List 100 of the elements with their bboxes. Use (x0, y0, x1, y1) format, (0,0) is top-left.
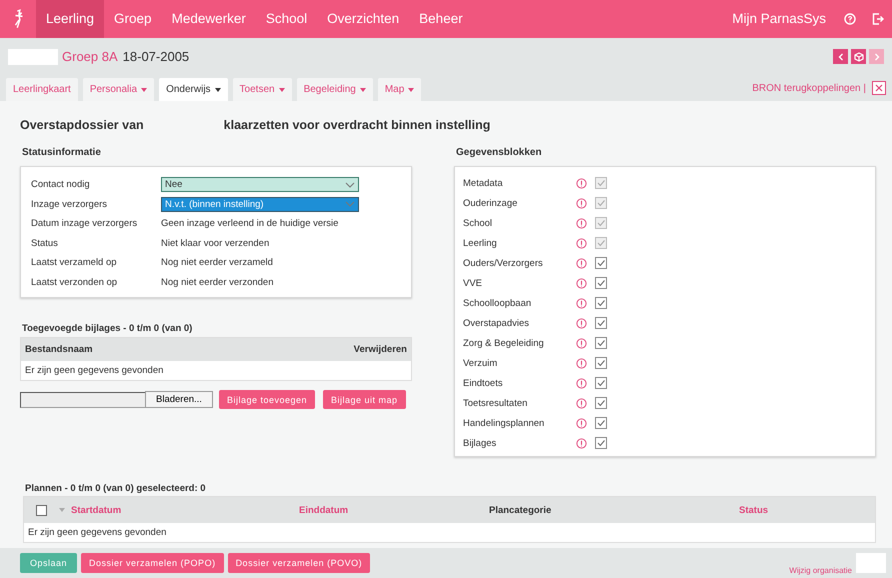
info-icon[interactable] (576, 178, 587, 188)
field-value: Niet klaar voor verzenden (161, 238, 270, 249)
footer-button[interactable]: Dossier verzamelen (POPO) (81, 553, 224, 573)
column-header: Verwijderen (354, 344, 407, 355)
attachment-button[interactable]: Bijlage uit map (323, 390, 406, 409)
previous-button[interactable] (833, 49, 848, 64)
group-link[interactable]: Groep 8A (62, 49, 118, 64)
tab[interactable]: Personalia (82, 78, 154, 101)
tab[interactable]: Leerlingkaart (6, 78, 78, 101)
footer-button[interactable]: Opslaan (20, 553, 78, 573)
checkbox[interactable] (595, 357, 607, 369)
info-icon[interactable] (576, 358, 587, 368)
select-field[interactable]: N.v.t. (binnen instelling) (161, 196, 359, 212)
select-field[interactable]: Nee (161, 177, 359, 192)
info-icon[interactable] (576, 218, 587, 228)
checkbox[interactable] (595, 377, 607, 389)
field-value: Geen inzage verleend in de huidige versie (161, 218, 338, 230)
column-header: Bestandsnaam (25, 344, 93, 355)
file-path-field[interactable] (20, 392, 145, 408)
block-label: School (463, 218, 494, 228)
block-label: Leerling (463, 238, 498, 248)
checkbox[interactable] (595, 397, 607, 409)
checkbox[interactable] (595, 257, 607, 269)
block-label: VVE (463, 278, 484, 288)
block-label: Overstapadvies (463, 318, 530, 328)
header-date: 18-07-2005 (122, 49, 190, 64)
info-icon[interactable] (576, 398, 587, 408)
redacted-area (856, 553, 886, 573)
help-icon[interactable] (844, 13, 856, 25)
checkbox[interactable] (595, 417, 607, 429)
info-icon[interactable] (576, 318, 587, 328)
block-label: Verzuim (463, 358, 498, 368)
nav-item[interactable]: Beheer (409, 0, 473, 38)
chevron-down-icon (345, 201, 355, 208)
attachment-button[interactable]: Bijlage toevoegen (218, 390, 316, 409)
field-label: Datum inzage verzorgers (31, 218, 138, 230)
tab[interactable]: Begeleiding (296, 78, 373, 101)
checkbox[interactable] (595, 277, 607, 289)
redacted-area (8, 48, 58, 64)
block-label: Schoolloopbaan (463, 298, 532, 308)
block-label: Handelingsplannen (463, 418, 546, 428)
chevron-left-icon (836, 52, 844, 60)
page-title: Overstapdossier van (20, 118, 144, 132)
bron-link[interactable]: BRON terugkoppelingen | (752, 76, 866, 100)
info-icon[interactable] (576, 298, 587, 308)
block-label: Zorg & Begeleiding (463, 338, 545, 348)
block-label: Toetsresultaten (463, 398, 528, 408)
sortable-column-header[interactable]: Einddatum (299, 504, 348, 516)
nav-item[interactable]: Groep (104, 0, 162, 38)
column-header: Plancategorie (489, 504, 552, 516)
info-icon[interactable] (576, 338, 587, 348)
block-label: Ouderinzage (463, 198, 518, 208)
nav-item[interactable]: School (256, 0, 318, 38)
checkbox[interactable] (595, 437, 607, 449)
info-icon[interactable] (576, 258, 587, 268)
field-label: Laatst verzonden op (31, 276, 118, 288)
cube-button[interactable] (851, 49, 866, 64)
chevron-down-icon (345, 182, 355, 188)
tab[interactable]: Map (378, 78, 422, 101)
info-icon[interactable] (576, 238, 587, 248)
change-organisation-link[interactable]: Wijzig organisatie (789, 566, 852, 575)
section-heading: Gegevensblokken (456, 147, 543, 158)
field-label: Laatst verzameld op (31, 257, 118, 268)
section-heading: Plannen - 0 t/m 0 (van 0) geselecteerd: 0 (25, 483, 207, 494)
block-label: Metadata (463, 178, 504, 188)
cube-icon (854, 52, 864, 62)
field-value: Nog niet eerder verzameld (161, 257, 273, 268)
logout-icon[interactable] (872, 13, 884, 25)
tab[interactable]: Onderwijs (159, 78, 228, 101)
browse-button[interactable]: Bladeren... (145, 391, 213, 408)
block-label: Bijlages (463, 438, 498, 448)
checkbox[interactable] (595, 317, 607, 329)
close-icon (875, 84, 883, 92)
section-heading: Statusinformatie (22, 147, 102, 158)
footer-button[interactable]: Dossier verzamelen (POVO) (228, 553, 370, 573)
field-label: Inzage verzorgers (31, 198, 108, 210)
chevron-right-icon (872, 52, 880, 60)
empty-message: Er zijn geen gegevens gevonden (27, 526, 168, 540)
block-label: Ouders/Verzorgers (463, 258, 544, 268)
nav-item[interactable]: Medewerker (162, 0, 256, 38)
info-icon[interactable] (576, 438, 587, 448)
info-icon[interactable] (576, 378, 587, 388)
sortable-column-header[interactable]: Startdatum (71, 504, 122, 516)
empty-message: Er zijn geen gegevens gevonden (24, 364, 164, 378)
block-label: Eindtoets (463, 378, 504, 388)
select-all-checkbox[interactable] (36, 504, 47, 516)
user-menu-link[interactable]: Mijn ParnasSys (722, 0, 836, 38)
sortable-column-header[interactable]: Status (739, 504, 768, 516)
section-heading: Toegevoegde bijlages - 0 t/m 0 (van 0) (22, 323, 194, 334)
field-label: Status (31, 238, 59, 249)
info-icon[interactable] (576, 418, 587, 428)
checkbox[interactable] (595, 297, 607, 309)
nav-item[interactable]: Overzichten (317, 0, 410, 38)
info-icon[interactable] (576, 198, 587, 208)
checkbox[interactable] (595, 337, 607, 349)
page-title: klaarzetten voor overdracht binnen instelling (224, 118, 490, 132)
nav-item[interactable]: Leerling (36, 0, 104, 38)
tab[interactable]: Toetsen (232, 78, 292, 101)
close-button[interactable] (872, 81, 886, 95)
info-icon[interactable] (576, 278, 587, 288)
